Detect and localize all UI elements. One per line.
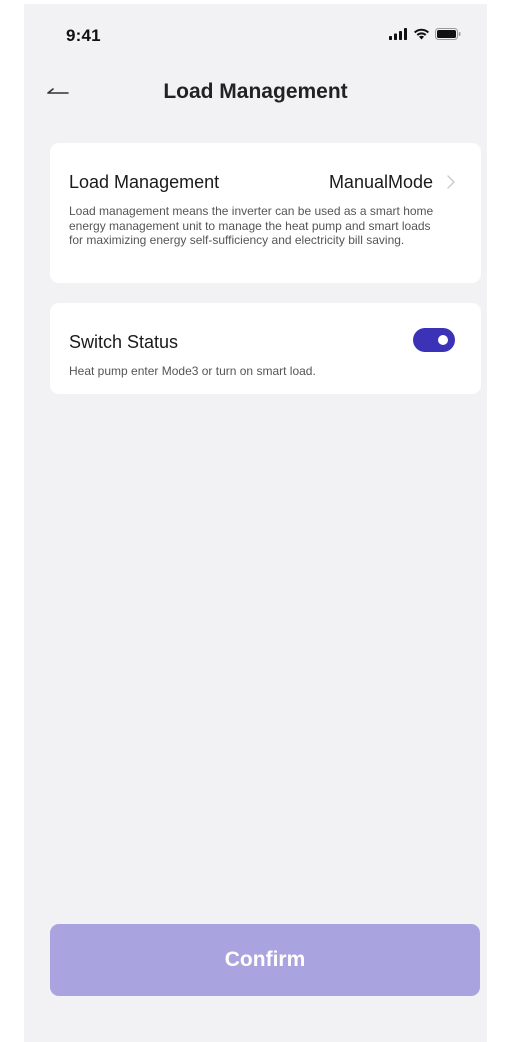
switch-status-label: Switch Status [69, 332, 179, 352]
switch-status-toggle[interactable] [413, 328, 455, 352]
load-management-description: Load management means the inverter can b… [69, 204, 434, 247]
battery-icon [435, 27, 461, 45]
toggle-knob [438, 335, 448, 345]
status-icons [389, 27, 461, 45]
confirm-button[interactable]: Confirm [50, 924, 480, 996]
switch-status-card: Switch Status Heat pump enter Mode3 or t… [50, 303, 481, 394]
status-time: 9:41 [66, 26, 101, 45]
load-management-mode-value: ManualMode [328, 172, 433, 192]
page-title: Load Management [163, 80, 348, 103]
app-screen: 9:41 Load Management Load Management Man… [24, 4, 487, 1042]
signal-icon [389, 27, 408, 45]
load-management-label: Load Management [69, 172, 220, 192]
load-management-card[interactable]: Load Management ManualMode Load manageme… [50, 143, 481, 283]
header: Load Management [24, 70, 487, 114]
chevron-right-icon [445, 174, 457, 190]
status-bar: 9:41 [24, 4, 487, 56]
switch-status-description: Heat pump enter Mode3 or turn on smart l… [69, 364, 316, 378]
wifi-icon [413, 27, 430, 45]
